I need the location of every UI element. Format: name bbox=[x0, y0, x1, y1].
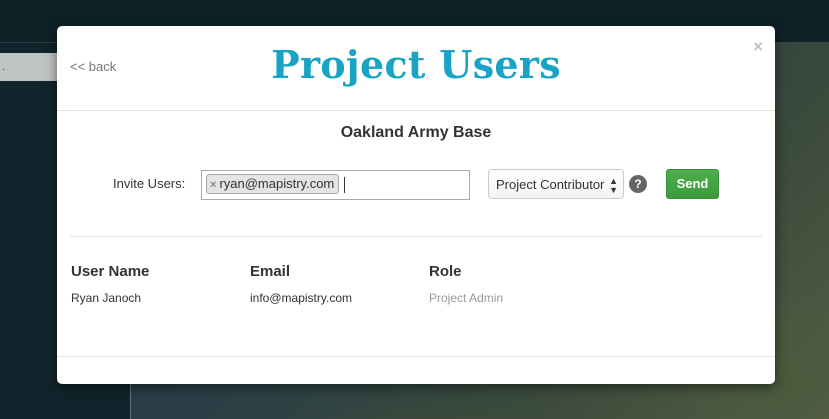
role-select[interactable]: Project Contributor ▲ ▼ bbox=[488, 169, 624, 199]
invite-tag: × ryan@mapistry.com bbox=[206, 174, 340, 194]
project-users-modal: << back Project Users × Oakland Army Bas… bbox=[57, 26, 775, 384]
project-name: Oakland Army Base bbox=[340, 124, 492, 141]
invite-users-input[interactable]: × ryan@mapistry.com bbox=[201, 170, 470, 200]
invite-users-label: Invite Users: bbox=[113, 176, 186, 191]
sidebar-item[interactable]: . bbox=[0, 53, 62, 81]
user-email-cell: info@mapistry.com bbox=[250, 291, 352, 305]
modal-header: << back Project Users × bbox=[57, 26, 775, 111]
column-header-email: Email bbox=[250, 263, 291, 280]
select-arrows-icon: ▲ ▼ bbox=[609, 176, 618, 195]
modal-footer-divider bbox=[57, 356, 775, 357]
section-divider bbox=[70, 236, 762, 237]
modal-title: Project Users bbox=[271, 42, 561, 87]
role-select-value: Project Contributor bbox=[496, 177, 605, 192]
close-icon[interactable]: × bbox=[753, 38, 763, 55]
column-header-user-name: User Name bbox=[71, 263, 150, 280]
column-header-role: Role bbox=[429, 263, 462, 280]
help-icon[interactable]: ? bbox=[629, 175, 647, 193]
invite-tag-label: ryan@mapistry.com bbox=[219, 176, 335, 191]
remove-tag-icon[interactable]: × bbox=[210, 179, 216, 191]
user-role-cell: Project Admin bbox=[429, 291, 504, 305]
text-caret bbox=[344, 177, 345, 193]
user-name-cell: Ryan Janoch bbox=[71, 291, 142, 305]
send-button[interactable]: Send bbox=[666, 169, 719, 199]
